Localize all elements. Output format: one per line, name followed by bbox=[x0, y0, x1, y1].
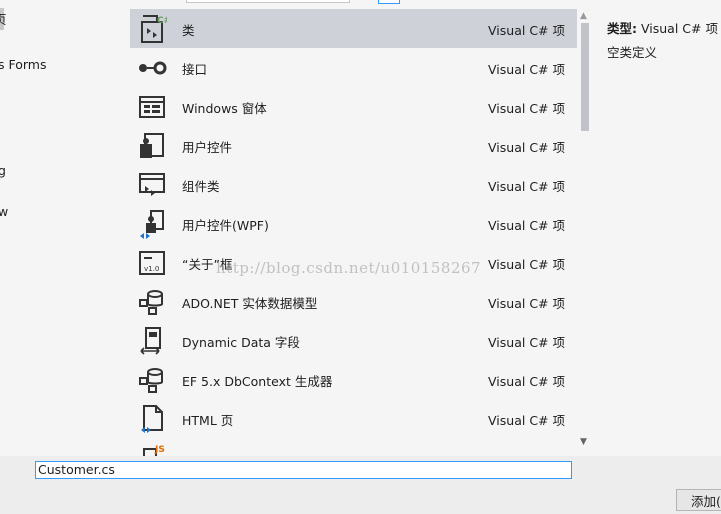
template-type: Visual C# 项 bbox=[488, 218, 565, 233]
wpf-user-control-icon bbox=[140, 210, 164, 239]
about-box-icon: v1.0 bbox=[139, 251, 165, 275]
category-item[interactable]: w bbox=[0, 204, 8, 219]
template-list[interactable]: C# 类 Visual C# 项 接口 Visual C# 项 Windows … bbox=[130, 9, 577, 456]
template-type: Visual C# 项 bbox=[488, 413, 565, 428]
template-row-interface[interactable]: 接口 Visual C# 项 bbox=[130, 48, 577, 87]
sort-dropdown[interactable] bbox=[186, 0, 350, 3]
class-icon: C# bbox=[141, 15, 167, 43]
template-name: 接口 bbox=[182, 62, 208, 77]
svg-text:JS: JS bbox=[154, 445, 165, 455]
template-name: Windows 窗体 bbox=[182, 101, 267, 116]
category-item[interactable]: 页 bbox=[0, 9, 7, 28]
template-name: 组件类 bbox=[182, 179, 220, 194]
template-row-ado-entity-model[interactable]: ADO.NET 实体数据模型 Visual C# 项 bbox=[130, 282, 577, 321]
scroll-thumb[interactable] bbox=[581, 23, 589, 131]
template-row-class[interactable]: C# 类 Visual C# 项 bbox=[130, 9, 577, 48]
category-tree: 页 s Forms g w bbox=[0, 0, 128, 456]
category-item[interactable]: s Forms bbox=[0, 57, 47, 72]
template-type: Visual C# 项 bbox=[488, 374, 565, 389]
file-name-input[interactable] bbox=[35, 461, 572, 479]
template-type: Visual C# 项 bbox=[488, 62, 565, 77]
template-name: 用户控件 bbox=[182, 140, 233, 155]
category-item[interactable]: g bbox=[0, 163, 6, 178]
template-type: Visual C# 项 bbox=[488, 101, 565, 116]
details-type: 类型: Visual C# 项 bbox=[607, 18, 718, 37]
template-type: Visual C# 项 bbox=[488, 296, 565, 311]
add-button[interactable]: 添加(A) bbox=[676, 489, 721, 511]
template-name: ADO.NET 实体数据模型 bbox=[182, 296, 318, 311]
details-description: 空类定义 bbox=[607, 45, 658, 60]
template-type: Visual C# 项 bbox=[488, 257, 565, 272]
javascript-file-icon: JS bbox=[143, 445, 165, 456]
component-class-icon bbox=[139, 173, 165, 196]
dbcontext-generator-icon bbox=[139, 368, 163, 393]
template-name: Dynamic Data 字段 bbox=[182, 335, 300, 350]
template-row-component-class[interactable]: 组件类 Visual C# 项 bbox=[130, 165, 577, 204]
scroll-up-icon[interactable]: ▲ bbox=[580, 11, 587, 21]
template-name: EF 5.x DbContext 生成器 bbox=[182, 374, 333, 389]
template-type: Visual C# 项 bbox=[488, 179, 565, 194]
template-name: HTML 页 bbox=[182, 413, 234, 428]
template-name: 类 bbox=[182, 23, 195, 38]
template-row-dbcontext-generator[interactable]: EF 5.x DbContext 生成器 Visual C# 项 bbox=[130, 360, 577, 399]
windows-form-icon bbox=[139, 96, 165, 118]
details-pane: 类型: Visual C# 项 空类定义 bbox=[594, 0, 721, 456]
list-scrollbar[interactable]: ▲ ▼ bbox=[577, 9, 593, 456]
template-row-wpf-user-control[interactable]: 用户控件(WPF) Visual C# 项 bbox=[130, 204, 577, 243]
template-type: Visual C# 项 bbox=[488, 23, 565, 38]
html-page-icon bbox=[141, 405, 163, 433]
svg-text:C#: C# bbox=[157, 16, 167, 26]
interface-icon bbox=[139, 61, 167, 75]
details-type-label: 类型: bbox=[607, 21, 637, 36]
entity-data-model-icon bbox=[139, 290, 163, 315]
watermark: http://blog.csdn.net/u010158267 bbox=[216, 259, 482, 277]
template-type: Visual C# 项 bbox=[488, 335, 565, 350]
template-row-user-control[interactable]: 用户控件 Visual C# 项 bbox=[130, 126, 577, 165]
user-control-icon bbox=[140, 133, 164, 158]
view-toggle-button[interactable] bbox=[378, 0, 400, 4]
template-row-windows-form[interactable]: Windows 窗体 Visual C# 项 bbox=[130, 87, 577, 126]
scroll-down-icon[interactable]: ▼ bbox=[580, 437, 587, 447]
template-name: 用户控件(WPF) bbox=[182, 218, 269, 233]
template-row-html-page[interactable]: HTML 页 Visual C# 项 bbox=[130, 399, 577, 438]
template-type: Visual C# 项 bbox=[488, 140, 565, 155]
svg-text:v1.0: v1.0 bbox=[144, 265, 159, 273]
template-row-javascript-file[interactable]: JS bbox=[130, 438, 577, 456]
dynamic-data-field-icon bbox=[140, 327, 161, 355]
details-type-value: Visual C# 项 bbox=[640, 21, 718, 36]
template-row-dynamic-data-field[interactable]: Dynamic Data 字段 Visual C# 项 bbox=[130, 321, 577, 360]
